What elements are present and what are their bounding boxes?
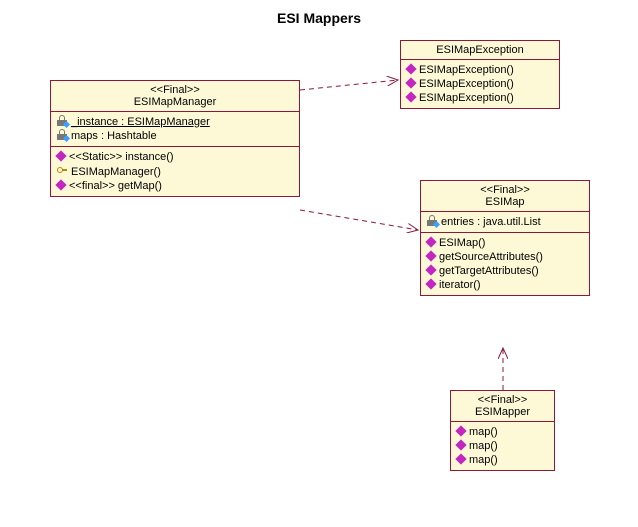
op-text: <<Static>> instance() bbox=[69, 151, 174, 163]
op-text: <<final>> getMap() bbox=[69, 180, 162, 192]
diamond-icon bbox=[455, 425, 466, 436]
op-text: getSourceAttributes() bbox=[439, 251, 543, 263]
attributes: entries : java.util.List bbox=[421, 212, 589, 233]
operations: map() map() map() bbox=[451, 422, 554, 470]
class-esimapexception: ESIMapException ESIMapException() ESIMap… bbox=[400, 40, 560, 109]
operations: ESIMap() getSourceAttributes() getTarget… bbox=[421, 233, 589, 295]
attr-text: entries : java.util.List bbox=[441, 216, 541, 228]
class-esimapper: <<Final>> ESIMapper map() map() map() bbox=[450, 390, 555, 471]
diagram-title: ESI Mappers bbox=[0, 10, 638, 26]
diamond-icon bbox=[425, 278, 436, 289]
diamond-icon bbox=[405, 91, 416, 102]
op-text: map() bbox=[469, 440, 498, 452]
op-text: getTargetAttributes() bbox=[439, 265, 539, 277]
op-text: ESIMapException() bbox=[419, 92, 514, 104]
attributes: _instance : ESIMapManager maps : Hashtab… bbox=[51, 112, 299, 147]
class-name: ESIMapper bbox=[457, 406, 548, 418]
class-name: ESIMapException bbox=[407, 44, 553, 56]
op-text: ESIMapException() bbox=[419, 64, 514, 76]
stereotype: <<Final>> bbox=[57, 84, 293, 96]
class-esimapmanager: <<Final>> ESIMapManager _instance : ESIM… bbox=[50, 80, 300, 197]
operations: ESIMapException() ESIMapException() ESIM… bbox=[401, 60, 559, 108]
op-text: ESIMapException() bbox=[419, 78, 514, 90]
operations: <<Static>> instance() ESIMapManager() <<… bbox=[51, 147, 299, 196]
op-text: map() bbox=[469, 426, 498, 438]
diamond-icon bbox=[405, 63, 416, 74]
class-name: ESIMapManager bbox=[57, 96, 293, 108]
op-text: ESIMap() bbox=[439, 237, 485, 249]
lock-icon bbox=[57, 131, 67, 140]
op-text: map() bbox=[469, 454, 498, 466]
class-esimap: <<Final>> ESIMap entries : java.util.Lis… bbox=[420, 180, 590, 296]
lock-icon bbox=[427, 217, 437, 226]
diamond-icon bbox=[455, 453, 466, 464]
diamond-icon bbox=[405, 77, 416, 88]
diamond-icon bbox=[425, 264, 436, 275]
lock-icon bbox=[57, 117, 67, 126]
dep-manager-exception bbox=[300, 80, 398, 90]
diamond-icon bbox=[425, 236, 436, 247]
class-name: ESIMap bbox=[427, 196, 583, 208]
dep-manager-map bbox=[300, 210, 418, 230]
diamond-icon bbox=[55, 150, 66, 161]
key-icon bbox=[57, 166, 67, 176]
op-text: iterator() bbox=[439, 279, 481, 291]
diamond-icon bbox=[55, 179, 66, 190]
attr-text: maps : Hashtable bbox=[71, 130, 157, 142]
op-text: ESIMapManager() bbox=[71, 166, 161, 178]
stereotype: <<Final>> bbox=[457, 394, 548, 406]
diamond-icon bbox=[455, 439, 466, 450]
attr-text: _instance : ESIMapManager bbox=[71, 116, 210, 128]
diamond-icon bbox=[425, 250, 436, 261]
stereotype: <<Final>> bbox=[427, 184, 583, 196]
